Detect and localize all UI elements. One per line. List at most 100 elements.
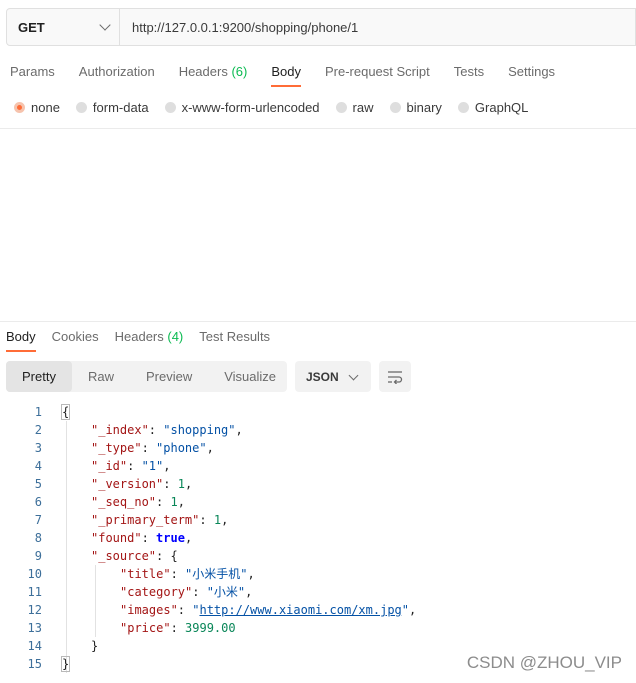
code-token: "_seq_no" [91,495,157,509]
code-token: : [148,423,164,437]
code-token: "category" [120,585,193,599]
code-token: : { [156,549,178,563]
tab-params[interactable]: Params [10,64,55,88]
code-token: 1 [170,495,178,509]
code-line: 7 "_primary_term": 1, [0,511,636,529]
radio-icon [335,102,347,113]
line-number: 11 [27,585,42,599]
code-token: : [141,531,157,545]
code-token: "found" [91,531,142,545]
code-text: "_seq_no": 1, [91,493,185,511]
code-token: 1 [177,477,185,491]
line-number: 10 [27,567,42,581]
method-label: GET [18,19,45,35]
line-number: 4 [34,459,42,473]
code-token: : [199,513,214,527]
tab-headers[interactable]: Headers (6) [179,64,248,88]
code-token: "phone" [156,441,207,455]
radio-label: none [31,100,60,115]
code-token: , [247,567,255,581]
watermark: CSDN @ZHOU_VIP [466,653,622,672]
line-number: 7 [34,513,42,527]
code-text: "price": 3999.00 [120,619,236,637]
divider [0,128,636,129]
view-mode-visualize[interactable]: Visualize [208,361,292,392]
format-select[interactable]: JSON [295,361,371,392]
code-token: } [60,656,71,672]
tab-settings[interactable]: Settings [508,64,555,88]
code-line: 4 "_id": "1", [0,457,636,475]
url-input[interactable]: http://127.0.0.1:9200/shopping/phone/1 [120,8,636,46]
code-token: true [156,531,185,545]
wrap-lines-icon [388,370,403,384]
code-token: } [91,639,99,653]
body-type-radios: none form-data x-www-form-urlencoded raw bin… [14,100,544,115]
radio-label: x-www-form-urlencoded [181,100,320,115]
tab-label: Pre-request Script [324,64,430,79]
chevron-down-icon [99,19,111,31]
code-line: 11 "category": "小米", [0,583,636,601]
code-line: 12 "images": "http://www.xiaomi.com/xm.jp… [0,601,636,619]
code-token: { [60,404,71,420]
line-number: 3 [34,441,42,455]
response-tab-test-results[interactable]: Test Results [199,329,270,353]
response-tab-cookies[interactable]: Cookies [52,329,99,353]
wrap-lines-button[interactable] [379,361,411,392]
line-number: 13 [27,621,42,635]
tab-count-badge: (6) [227,64,248,79]
code-token: 3999.00 [185,621,236,635]
code-line: 10 "title": "小米手机", [0,565,636,583]
code-token: 1 [213,513,222,527]
code-token: " [401,603,410,617]
request-bar: GET http://127.0.0.1:9200/shopping/phone… [6,8,636,48]
tab-label: Headers [178,64,228,79]
code-token: : [141,441,157,455]
code-token: : [192,585,207,599]
body-type-graphql[interactable]: GraphQL [457,100,529,115]
view-mode-preview[interactable]: Preview [130,361,208,392]
line-number: 8 [34,531,42,545]
tab-label: Settings [508,64,556,79]
body-type-raw[interactable]: raw [335,100,374,115]
code-text: "_index": "shopping", [91,421,243,439]
line-number: 1 [34,405,42,419]
view-mode-group: Pretty Raw Preview Visualize [6,361,287,392]
tab-pre-request-script[interactable]: Pre-request Script [325,64,430,88]
code-text: } [60,655,71,673]
view-mode-pretty[interactable]: Pretty [6,361,72,392]
code-line: 8 "found": true, [0,529,636,547]
radio-label: form-data [92,100,149,115]
response-tab-headers[interactable]: Headers (4) [115,329,184,353]
method-select[interactable]: GET [6,8,120,46]
code-line: 5 "_version": 1, [0,475,636,493]
tab-label: Tests [453,64,485,79]
code-line: 2 "_index": "shopping", [0,421,636,439]
code-link[interactable]: http://www.xiaomi.com/xm.jpg [199,603,401,617]
tab-tests[interactable]: Tests [454,64,484,88]
body-type-none[interactable]: none [14,100,60,115]
code-text: "found": true, [91,529,192,547]
code-token: "小米手机" [185,567,248,581]
code-text: "images": "http://www.xiaomi.com/xm.jpg"… [120,601,416,619]
code-token: , [221,513,229,527]
view-mode-raw[interactable]: Raw [72,361,130,392]
line-number: 12 [27,603,42,617]
tab-label: Headers [114,329,164,344]
line-number: 9 [34,549,42,563]
tab-authorization[interactable]: Authorization [79,64,155,88]
radio-icon [164,102,176,113]
radio-icon [75,102,87,113]
body-type-binary[interactable]: binary [389,100,442,115]
tab-body[interactable]: Body [271,64,301,88]
code-token: : [170,621,186,635]
code-token: "_index" [91,423,149,437]
radio-icon [457,102,469,113]
response-tab-body[interactable]: Body [6,329,36,353]
code-token: : [170,567,186,581]
code-token: , [206,441,214,455]
divider [0,321,636,322]
tab-label: Body [6,329,36,344]
radio-label: GraphQL [474,100,529,115]
body-type-x-www-form-urlencoded[interactable]: x-www-form-urlencoded [164,100,320,115]
body-type-form-data[interactable]: form-data [75,100,149,115]
